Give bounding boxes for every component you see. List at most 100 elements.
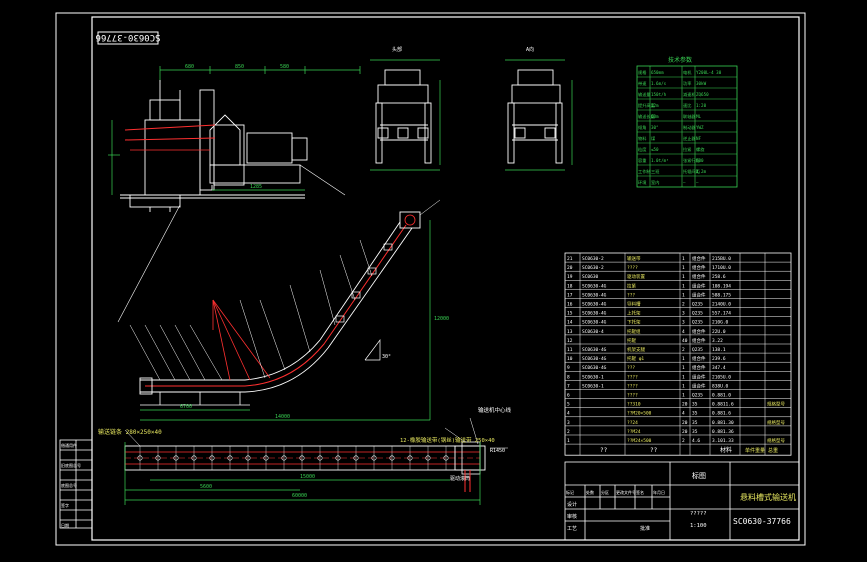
bom-code: SC0630-4G [582, 311, 607, 317]
tech-param-cell: 规格 [638, 69, 647, 76]
bom-header-code: ?? [600, 447, 608, 454]
bom-header-mass: 单件重量 总重 [745, 447, 778, 454]
bom-material: Q235 [692, 320, 703, 326]
dim-side-1: 680 [185, 64, 194, 70]
bom-material: 组合件 [692, 355, 706, 362]
tech-param-cell: 650mm [651, 70, 664, 75]
tech-param-cell: 环境 [638, 179, 646, 186]
bom-material: Q235 [692, 302, 703, 308]
bom-code: SC0630-4G [582, 283, 607, 289]
bom-index: 12 [567, 338, 573, 344]
rotated-code: SC0630-37766 [95, 32, 160, 42]
title-approve: 批准 [640, 525, 650, 532]
bom-mass: 22U.0 [712, 329, 726, 335]
title-row-label: 年月日 [653, 489, 665, 495]
label-drive-drum: 驱动滚筒 [450, 475, 470, 482]
bom-name: ??M24 [627, 429, 641, 435]
bom-index: 1 [567, 438, 570, 444]
bom-name: ??M20×500 [627, 411, 652, 417]
bom-material: 组合件 [692, 337, 706, 344]
bom-qty: 1 [682, 365, 685, 371]
bom-mass: 3.101.33 [712, 438, 734, 444]
tech-param-cell: 150t/h [651, 92, 667, 97]
bom-remark: 规格型号 [767, 419, 785, 426]
bom-code: SC0630-4G [582, 320, 607, 326]
bom-qty: 20 [682, 429, 688, 435]
bom-index: 14 [567, 320, 573, 326]
bom-qty: 1 [682, 256, 685, 262]
bom-index: 17 [567, 292, 573, 298]
bom-mass: 0.881.36 [712, 429, 734, 435]
bom-mass: 138.1 [712, 347, 726, 353]
tech-param-cell: 1:20 [696, 103, 707, 108]
title-check: 审核 [567, 513, 577, 520]
bom-qty: 20 [682, 402, 688, 408]
title-weight-label: ????? [690, 511, 707, 517]
tech-param-cell: 电机 [683, 69, 692, 76]
dim-side-4: 1285 [250, 184, 262, 190]
bom-material: Q235 [692, 347, 703, 353]
bom-material: Q235 [692, 393, 703, 399]
drive-side-view [108, 66, 361, 212]
bom-qty: 1 [682, 274, 685, 280]
tech-param-cell: 1.6m/s [651, 81, 667, 86]
label-chain: 输送链条 280×250×40 [98, 428, 162, 436]
bom-index: 21 [567, 256, 573, 262]
bom-mass: 3.22 [712, 338, 723, 344]
bom-index: 15 [567, 311, 573, 317]
title-row-label: 分区 [601, 489, 609, 495]
bom-index: 3 [567, 420, 570, 426]
tech-param-cell: 60m [651, 114, 659, 119]
bom-header-name: ?? [650, 447, 658, 454]
tech-param-cell: 拉紧 [683, 146, 691, 153]
tech-param-cell: ≤50 [651, 147, 659, 152]
bom-material: 35 [692, 411, 698, 417]
title-row-label: 更改文件号 [616, 489, 636, 495]
bom-name: ???? [627, 265, 638, 271]
bom-mass: 1710U.0 [712, 265, 731, 271]
bom-material: 35 [692, 402, 698, 408]
bom-material: 组合件 [692, 255, 706, 262]
dim-height: 12000 [434, 316, 449, 322]
bom-material: 组合件 [692, 373, 706, 380]
bom-qty: 20 [682, 420, 688, 426]
bom-qty: 1 [682, 265, 685, 271]
bom-table: 21 SC0630-2 输送带 1 组合件 215BU.020 SC0630-2???? 1 组… [564, 252, 792, 456]
bom-material: 组合件 [692, 364, 706, 371]
tech-param-cell: 1.0t/m³ [651, 158, 669, 163]
bom-name: ??? [627, 292, 635, 298]
bom-name: ???? [627, 374, 638, 380]
tech-param-cell: NF [696, 136, 702, 141]
tech-param-cell: Y200L-4 30 [696, 70, 722, 75]
bom-mass: 258.6 [712, 274, 726, 280]
bom-name: ???? [627, 383, 638, 389]
bom-name: ???? [627, 393, 638, 399]
tech-param-cell: 物料 [638, 135, 647, 142]
bom-qty: 1 [682, 393, 685, 399]
left-strip-label: 借通用件 [61, 442, 77, 448]
title-block-name: 悬料槽式输送机 [740, 492, 796, 502]
bom-qty: 4 [682, 411, 685, 417]
bom-qty: 3 [682, 320, 685, 326]
label-centerline: 输送机中心线 [478, 406, 512, 414]
bom-mass: 2105U.0 [712, 374, 731, 380]
bom-index: 20 [567, 265, 573, 271]
tech-param-cell: 30° [651, 125, 659, 130]
title-scale: 1:100 [690, 523, 707, 529]
bom-mass: 210G.0 [712, 320, 729, 326]
bom-qty: 1 [682, 283, 685, 289]
tech-param-cell: YWZ [696, 125, 704, 130]
left-strip-label: 签字 [61, 502, 69, 508]
bom-remark: 规格型号 [767, 437, 785, 444]
bom-name: 托辊组 [627, 328, 641, 335]
tech-param-cell: 逆止器 [683, 135, 696, 142]
bom-code: SC0630-4G [582, 302, 607, 308]
bom-code: SC0630-4G [582, 356, 607, 362]
bom-mass: 239.6 [712, 356, 726, 362]
bom-name: 下托架 [627, 319, 641, 326]
tech-param-cell: 速比 [683, 102, 691, 109]
cad-sheet: SC0630-37766 借通用件旧底图总号底图总号签字日期 680 850 5… [55, 12, 806, 546]
bom-mass: 215BU.0 [712, 256, 731, 262]
bom-name: ??24 [627, 420, 638, 426]
front-view-a [370, 59, 441, 171]
